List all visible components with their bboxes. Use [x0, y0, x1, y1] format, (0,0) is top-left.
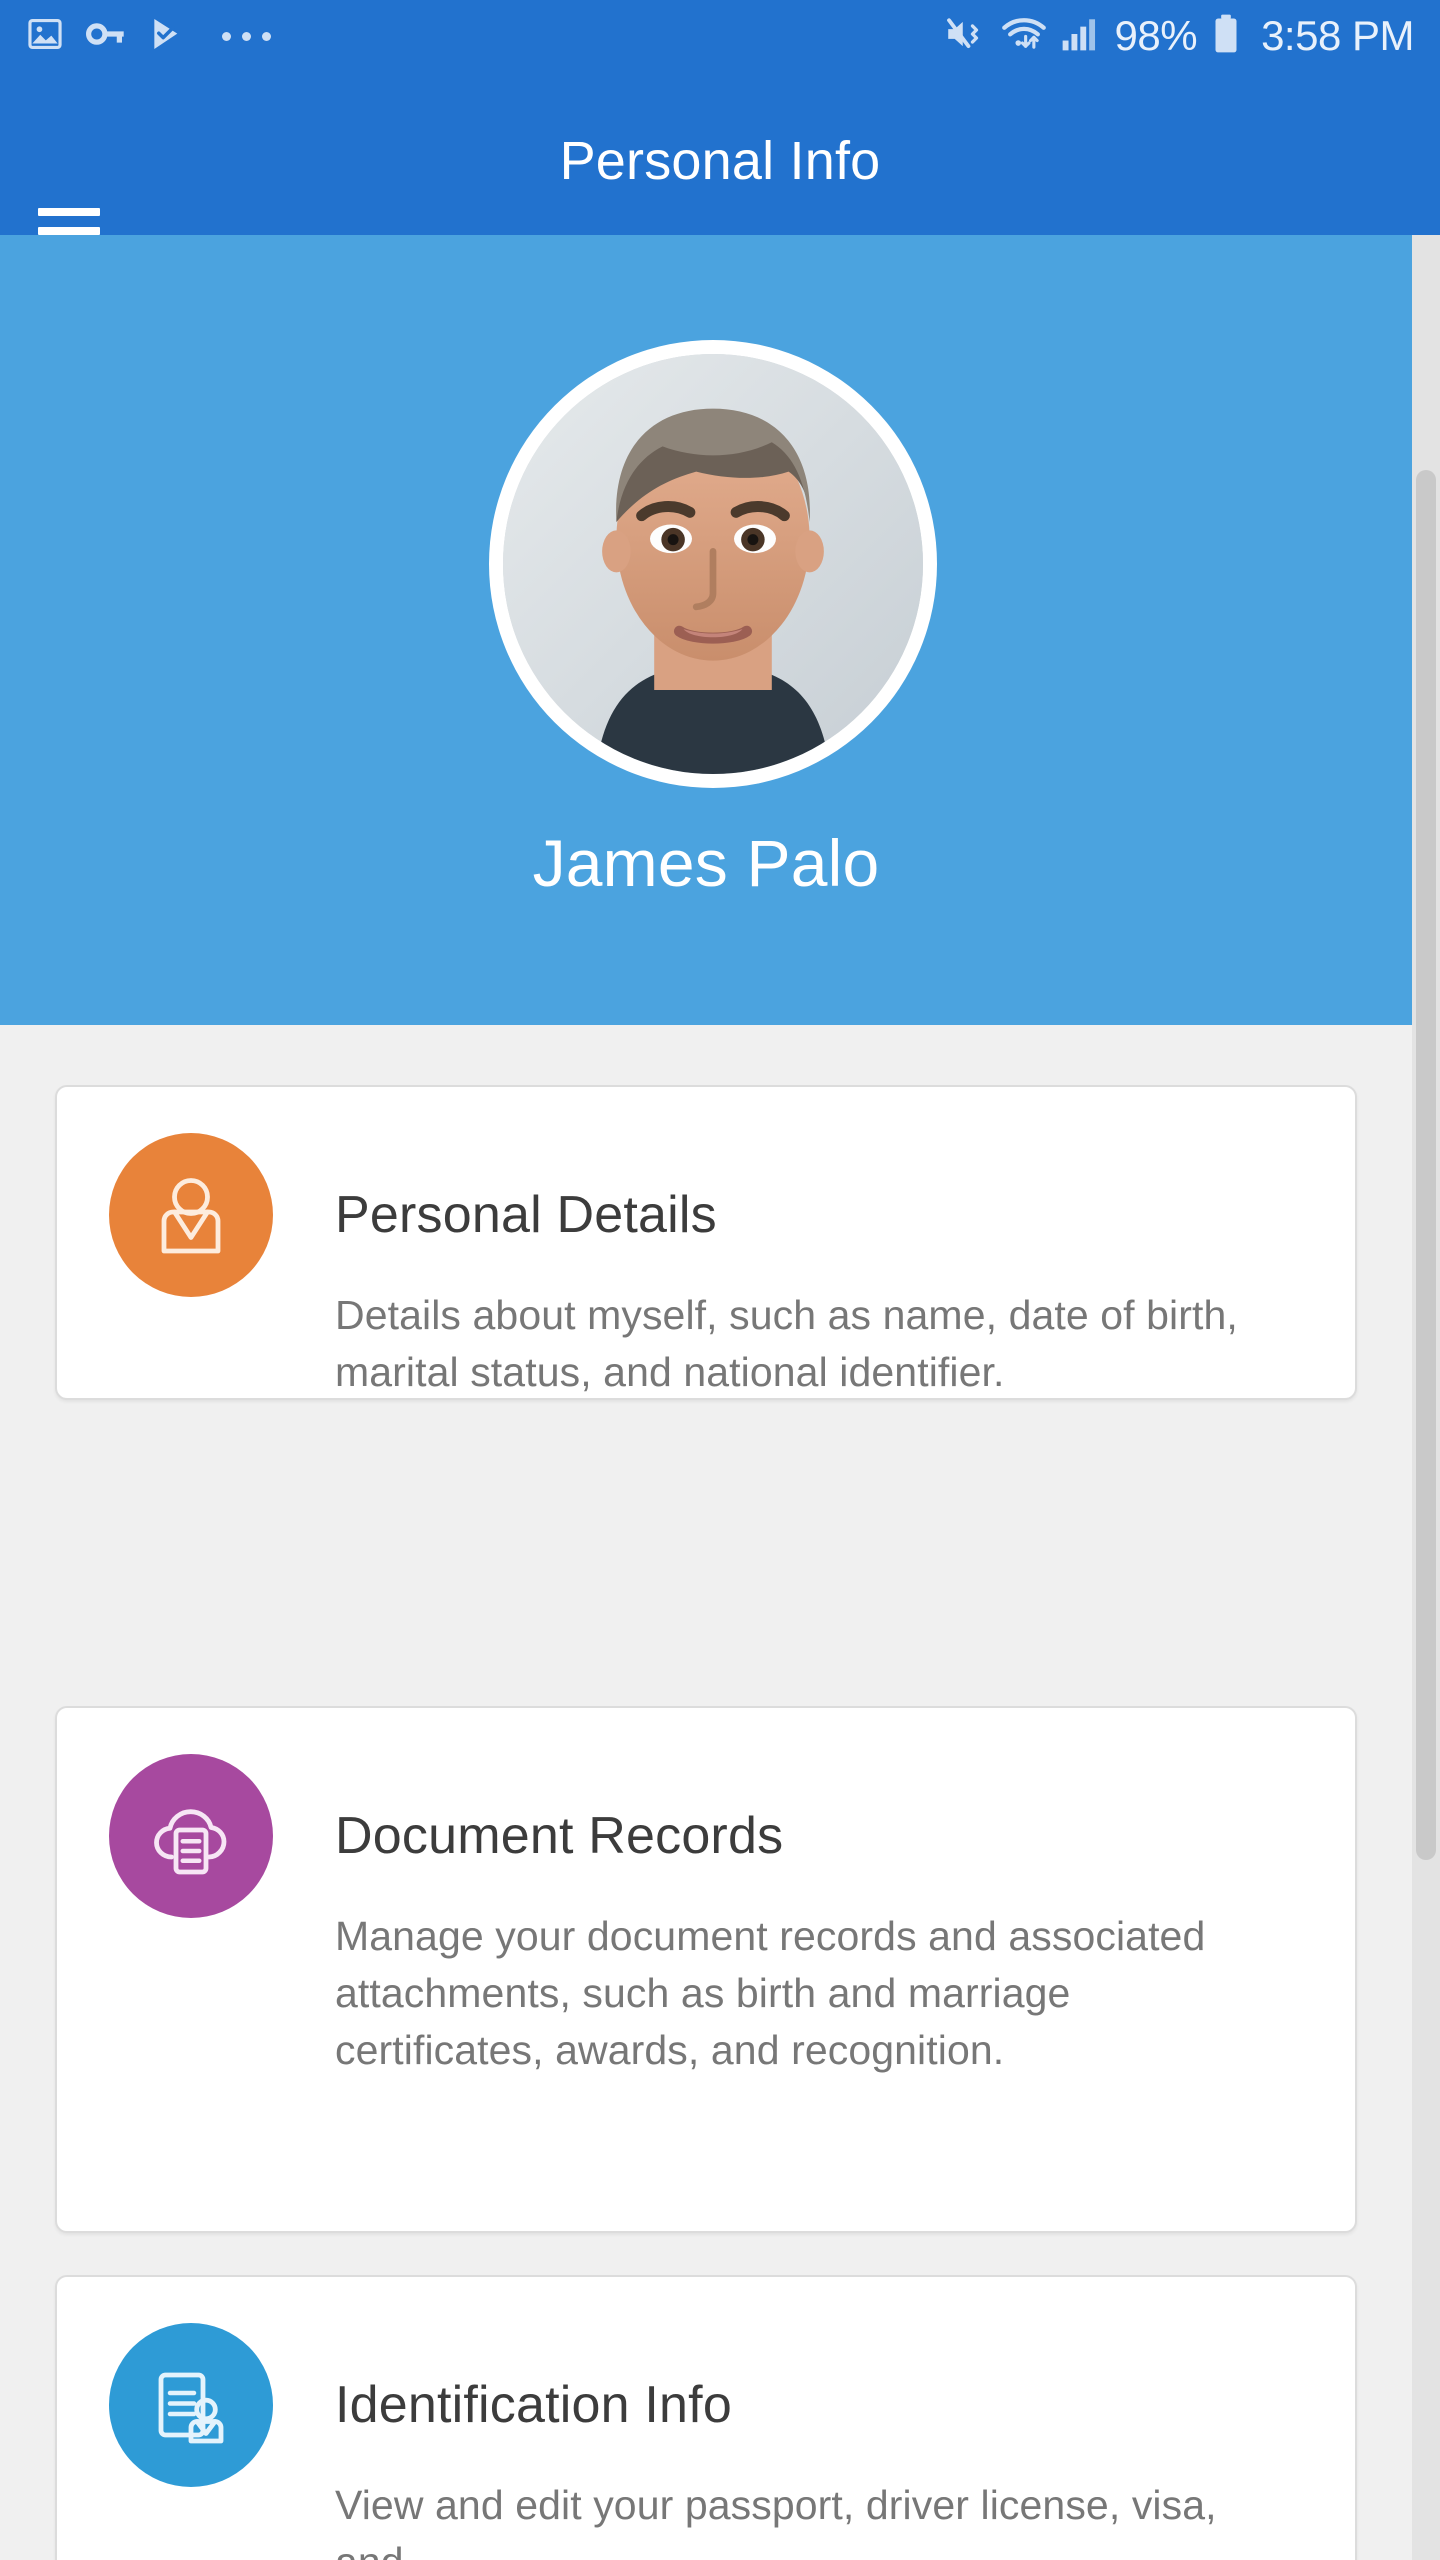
scrollbar-thumb[interactable] [1416, 470, 1436, 1860]
play-store-icon [148, 15, 186, 58]
card-personal-details[interactable]: Personal Details Details about myself, s… [55, 1085, 1357, 1400]
avatar[interactable] [489, 340, 937, 788]
profile-hero: James Palo [0, 235, 1412, 1025]
clock-label: 3:58 PM [1261, 12, 1414, 59]
card-identification-info[interactable]: Identification Info View and edit your p… [55, 2275, 1357, 2560]
image-icon [26, 15, 64, 58]
status-bar-right-icons: 98% 3:58 PM [945, 13, 1414, 60]
card-title: Identification Info [335, 2376, 732, 2434]
battery-icon [1211, 13, 1241, 60]
avatar-image [503, 354, 923, 774]
card-description: View and edit your passport, driver lice… [335, 2482, 1217, 2560]
status-bar: 98% 3:58 PM [0, 0, 1440, 72]
card-description: Details about myself, such as name, date… [335, 1292, 1238, 1395]
profile-name: James Palo [532, 826, 880, 900]
card-description: Manage your document records and associa… [335, 1913, 1206, 2073]
id-document-icon [109, 2323, 273, 2487]
card-title: Document Records [335, 1807, 784, 1865]
vertical-scrollbar[interactable] [1412, 235, 1440, 2560]
vpn-key-icon [85, 15, 126, 58]
card-document-records[interactable]: Document Records Manage your document re… [55, 1706, 1357, 2233]
battery-percent-label: 98% [1114, 12, 1198, 59]
avatar-portrait [503, 354, 923, 774]
cards-list: Personal Details Details about myself, s… [0, 1025, 1412, 2560]
cellular-signal-icon [1061, 14, 1097, 59]
phone-screen: 98% 3:58 PM Personal Info James Palo Per… [0, 0, 1440, 2560]
card-title: Personal Details [335, 1186, 717, 1244]
cloud-document-icon [109, 1754, 273, 1918]
mute-vibrate-icon [945, 14, 987, 59]
wifi-icon [1001, 14, 1047, 59]
status-bar-left-icons [26, 15, 271, 58]
person-outline-icon [109, 1133, 273, 1297]
app-bar: Personal Info [0, 72, 1440, 254]
overflow-dots-icon [222, 31, 271, 41]
page-title: Personal Info [559, 130, 881, 191]
